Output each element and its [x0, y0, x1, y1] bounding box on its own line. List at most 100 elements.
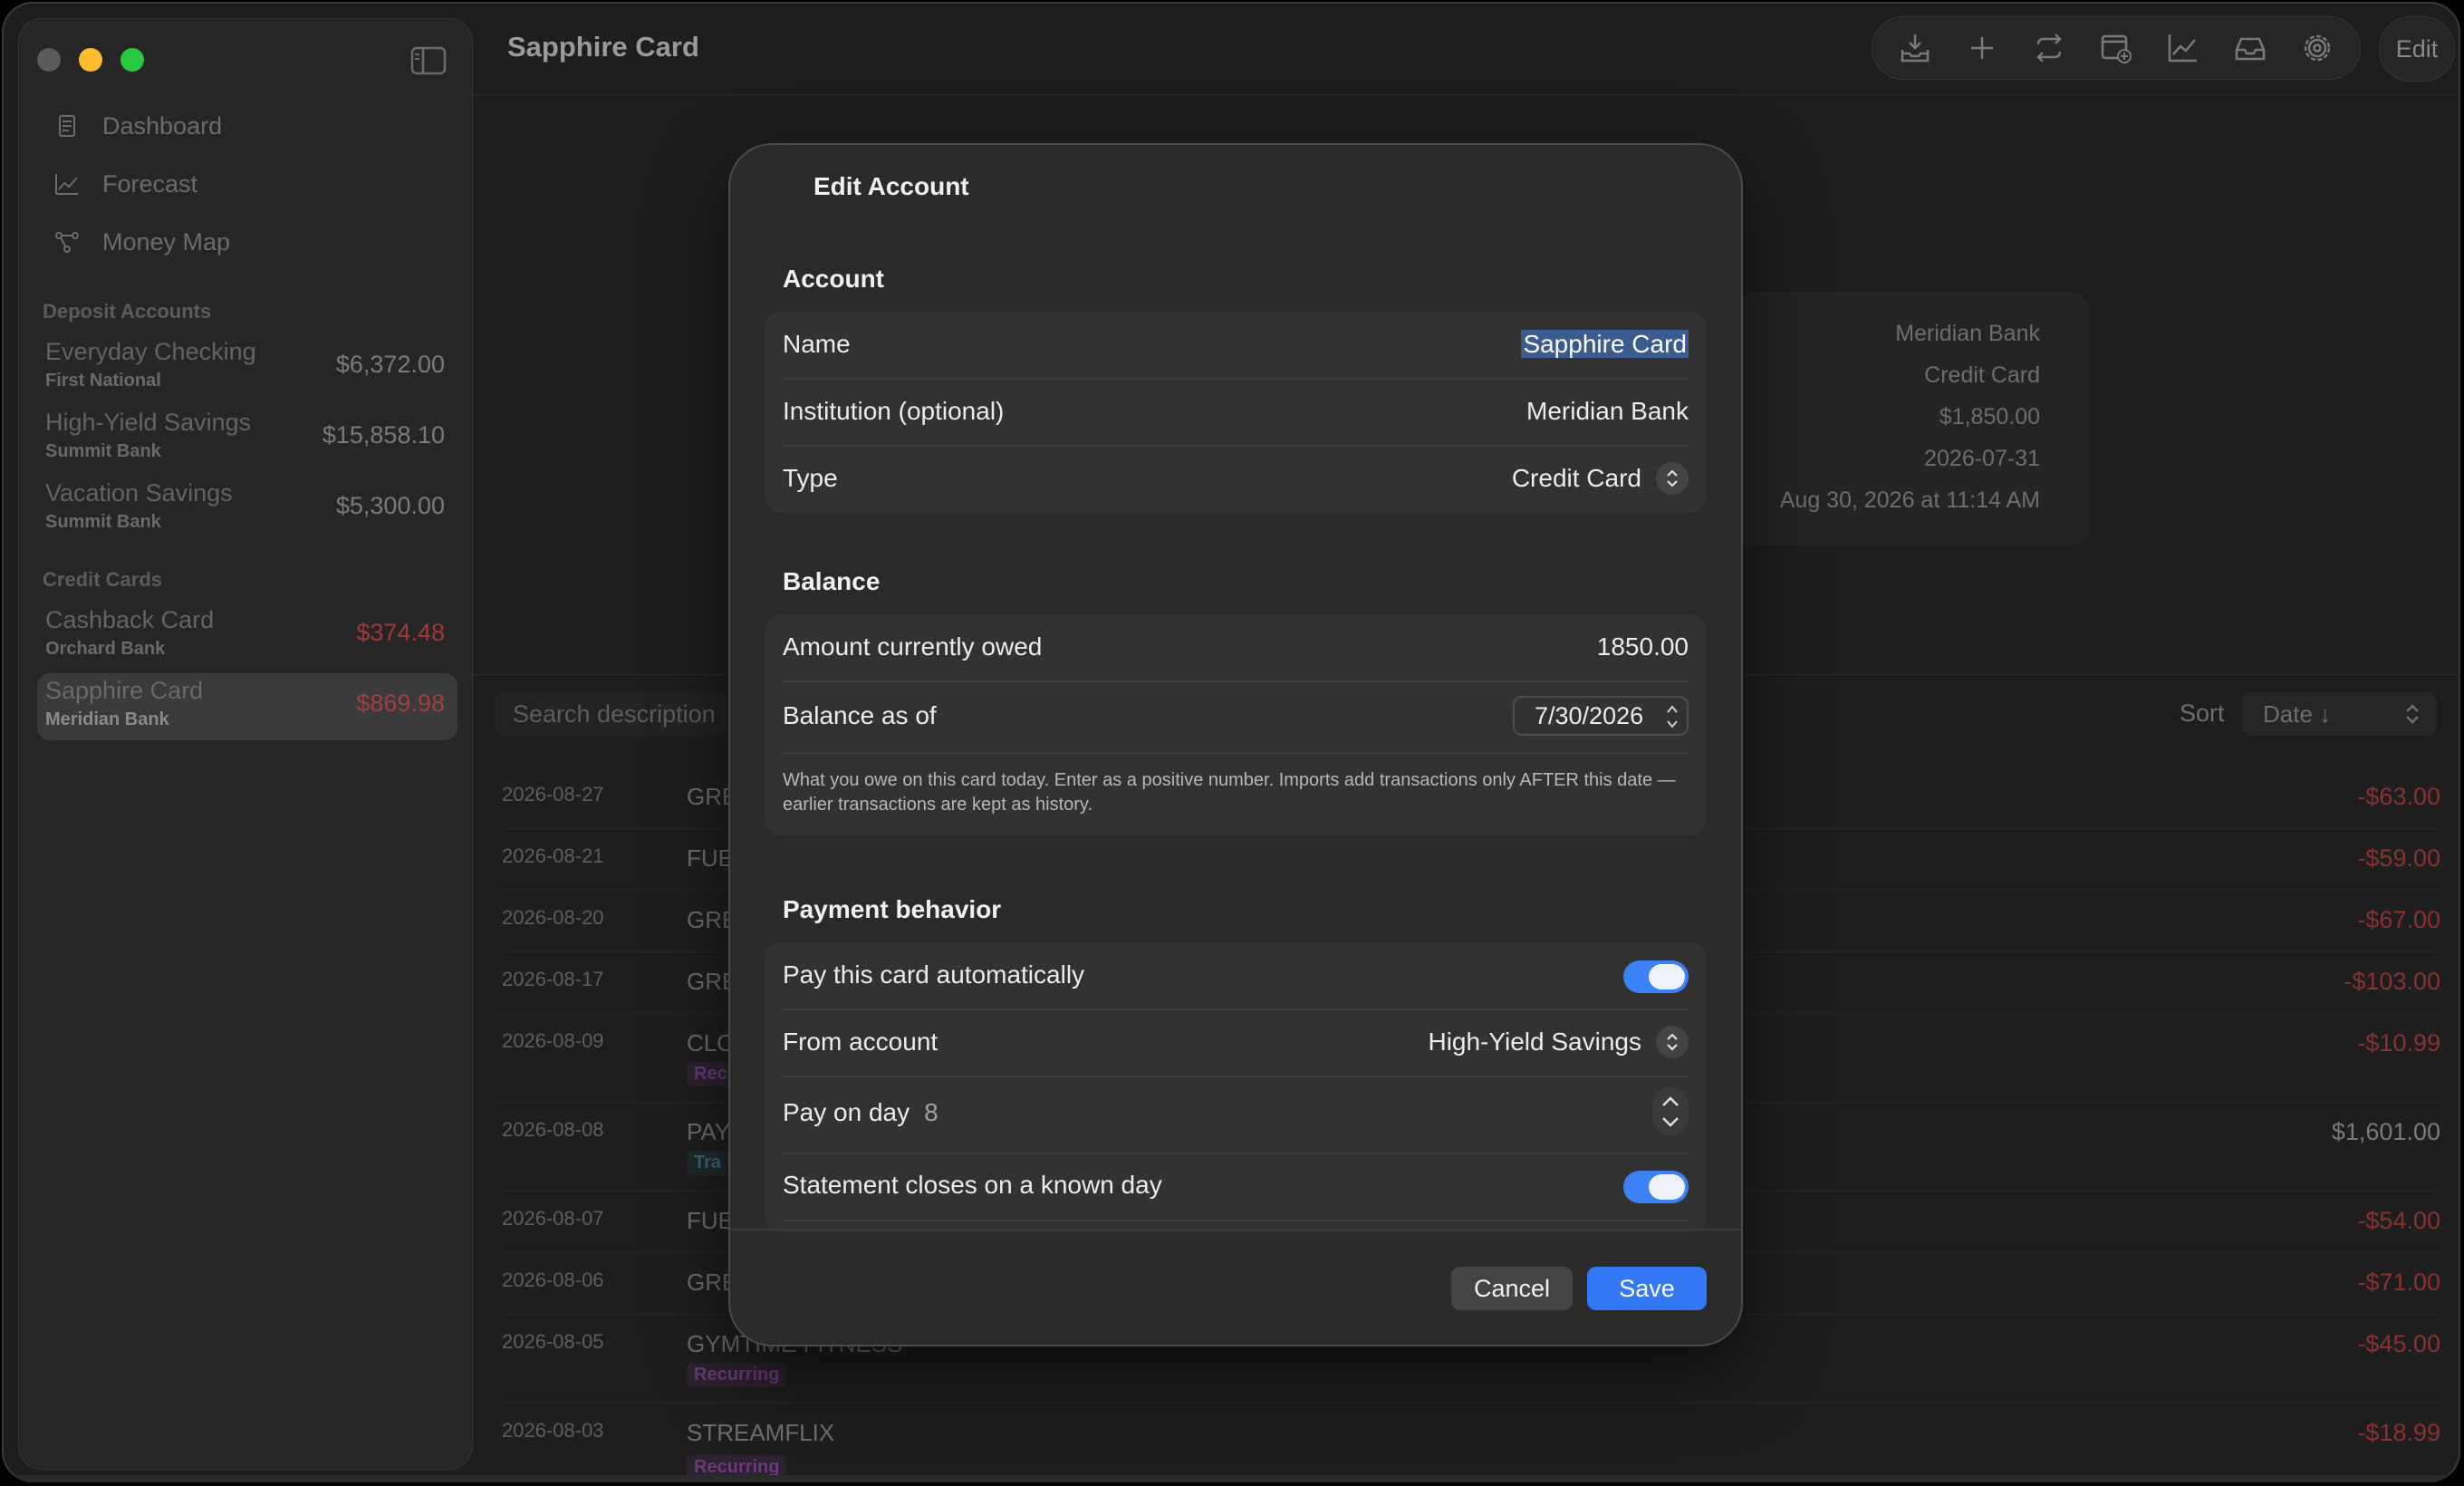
type-row[interactable]: Type Credit Card — [765, 446, 1707, 513]
calendar-add-icon[interactable] — [2097, 29, 2135, 67]
zoom-window-button[interactable] — [120, 48, 144, 72]
account-everyday-checking[interactable]: Everyday Checking First National $6,372.… — [37, 334, 457, 401]
auto-pay-label: Pay this card automatically — [783, 960, 1085, 989]
sidebar-toggle-icon[interactable] — [410, 46, 447, 75]
dialog-footer-divider — [730, 1229, 1741, 1230]
header-divider — [473, 94, 2460, 95]
tx-amount: -$59.00 — [2357, 844, 2440, 872]
dialog-title: Edit Account — [813, 172, 969, 200]
tx-description: STREAMFLIX — [687, 1419, 835, 1446]
minimize-window-button[interactable] — [79, 48, 102, 72]
nav-label: Money Map — [102, 227, 231, 256]
statement-row: Statement closes on a known day — [765, 1154, 1707, 1221]
chart-line-icon — [55, 174, 78, 195]
nav-label: Forecast — [102, 169, 198, 198]
payment-group: Pay this card automatically From account… — [765, 942, 1707, 1232]
row-divider — [783, 752, 1689, 754]
date-picker[interactable]: 7/30/2026 — [1513, 696, 1689, 736]
pay-day-label-text: Pay on day — [783, 1098, 910, 1126]
balance-help-text: What you owe on this card today. Enter a… — [783, 770, 1676, 815]
account-institution: Summit Bank — [45, 441, 161, 461]
recurring-badge: Recurring — [687, 1363, 787, 1387]
detail-balance: $1,850.00 — [1939, 404, 2040, 429]
pay-day-value: 8 — [924, 1098, 938, 1126]
as-of-row: Balance as of 7/30/2026 — [765, 681, 1707, 752]
tx-date: 2026-08-07 — [502, 1207, 604, 1230]
name-label: Name — [783, 330, 851, 358]
account-balance: $869.98 — [356, 690, 445, 717]
tx-date: 2026-08-09 — [502, 1029, 604, 1052]
graph-nodes-icon — [55, 232, 79, 253]
account-name: Vacation Savings — [45, 479, 233, 507]
tx-date: 2026-08-27 — [502, 783, 604, 806]
credit-cards-label: Credit Cards — [43, 568, 163, 591]
close-window-button[interactable] — [37, 48, 61, 72]
tx-amount: -$71.00 — [2357, 1269, 2440, 1296]
account-balance: $15,858.10 — [322, 421, 445, 449]
tx-date: 2026-08-21 — [502, 844, 604, 867]
from-account-select[interactable]: High-Yield Savings — [1428, 1028, 1641, 1057]
tx-date: 2026-08-06 — [502, 1269, 604, 1291]
sort-label: Sort — [2180, 700, 2225, 727]
nav-money-map[interactable]: Money Map — [53, 222, 230, 262]
statement-toggle[interactable] — [1623, 1171, 1689, 1203]
payment-section-title: Payment behavior — [783, 895, 1002, 923]
owed-row: Amount currently owed 1850.00 — [765, 614, 1707, 681]
tx-amount: -$45.00 — [2357, 1330, 2440, 1357]
tx-amount: -$67.00 — [2357, 906, 2440, 933]
recurring-badge: Rec — [687, 1062, 735, 1086]
document-icon — [59, 115, 75, 137]
gear-icon[interactable] — [2298, 29, 2336, 67]
cancel-button[interactable]: Cancel — [1451, 1267, 1573, 1310]
account-institution: First National — [45, 371, 161, 391]
import-tray-icon[interactable] — [1896, 29, 1934, 67]
statement-label: Statement closes on a known day — [783, 1171, 1162, 1199]
from-account-label: From account — [783, 1028, 938, 1056]
account-cashback-card[interactable]: Cashback Card Orchard Bank $374.48 — [37, 603, 457, 670]
chevron-updown-icon[interactable] — [1656, 462, 1689, 495]
save-button[interactable]: Save — [1587, 1267, 1707, 1310]
edit-button[interactable]: Edit — [2379, 16, 2455, 82]
sort-select[interactable]: Date ↓ — [2241, 692, 2437, 736]
sort-value: Date ↓ — [2263, 700, 2332, 728]
balance-group: Amount currently owed 1850.00 Balance as… — [765, 614, 1707, 835]
tx-amount: -$18.99 — [2357, 1419, 2440, 1446]
tx-date: 2026-08-03 — [502, 1419, 604, 1442]
as-of-label: Balance as of — [783, 701, 937, 729]
tx-amount: -$54.00 — [2357, 1207, 2440, 1234]
search-input[interactable]: Search description — [495, 692, 757, 736]
balance-section-title: Balance — [783, 567, 881, 595]
account-high-yield-savings[interactable]: High-Yield Savings Summit Bank $15,858.1… — [37, 405, 457, 472]
tx-date: 2026-08-08 — [502, 1118, 604, 1141]
auto-pay-toggle[interactable] — [1623, 960, 1689, 993]
date-stepper-icon[interactable] — [1663, 701, 1681, 732]
account-vacation-savings[interactable]: Vacation Savings Summit Bank $5,300.00 — [37, 476, 457, 543]
account-institution: Meridian Bank — [45, 709, 169, 729]
owed-input[interactable]: 1850.00 — [1597, 632, 1689, 661]
account-group: Name Sapphire Card Institution (optional… — [765, 312, 1707, 513]
chart-icon[interactable] — [2164, 29, 2202, 67]
tx-description: FUE — [687, 1207, 734, 1234]
type-select[interactable]: Credit Card — [1512, 464, 1641, 493]
account-sapphire-card[interactable]: Sapphire Card Meridian Bank $869.98 — [37, 673, 457, 740]
pay-day-stepper[interactable] — [1652, 1087, 1689, 1136]
plus-icon[interactable] — [1963, 29, 2001, 67]
institution-input[interactable]: Meridian Bank — [1526, 397, 1689, 426]
row-divider — [502, 1403, 2440, 1404]
account-name: Cashback Card — [45, 606, 215, 633]
nav-dashboard[interactable]: Dashboard — [53, 106, 222, 146]
tx-date: 2026-08-17 — [502, 968, 604, 990]
sidebar: Dashboard Forecast Money Map Deposit Acc… — [18, 18, 473, 1470]
account-name: Everyday Checking — [45, 338, 256, 365]
chevron-updown-icon[interactable] — [1656, 1026, 1689, 1058]
name-input[interactable]: Sapphire Card — [1521, 330, 1689, 359]
nav-forecast[interactable]: Forecast — [53, 164, 197, 204]
tx-amount: -$103.00 — [2344, 968, 2440, 995]
account-institution: Summit Bank — [45, 512, 161, 532]
institution-row: Institution (optional) Meridian Bank — [765, 379, 1707, 446]
transfer-icon[interactable] — [2030, 29, 2068, 67]
from-account-row[interactable]: From account High-Yield Savings — [765, 1009, 1707, 1076]
account-institution: Orchard Bank — [45, 639, 166, 659]
account-name: High-Yield Savings — [45, 409, 252, 436]
inbox-icon[interactable] — [2231, 29, 2269, 67]
